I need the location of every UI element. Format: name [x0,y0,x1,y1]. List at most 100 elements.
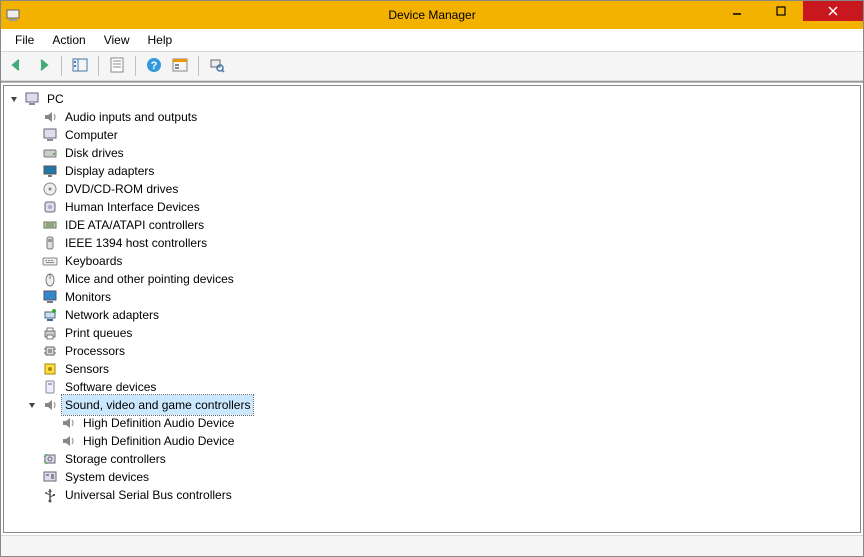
minimize-button[interactable] [715,1,759,21]
nav-back-button[interactable] [5,54,29,78]
no-arrow [26,291,38,303]
menu-help[interactable]: Help [140,31,181,49]
device-tree[interactable]: PCAudio inputs and outputsComputerDisk d… [3,85,861,533]
help-icon: ? [146,57,162,76]
tree-item-label: Software devices [62,377,159,397]
tree-item-label: Keyboards [62,251,125,271]
firewire-icon [42,235,58,251]
menu-file[interactable]: File [7,31,42,49]
tree-item[interactable]: High Definition Audio Device [4,432,860,450]
tree-item-label: IDE ATA/ATAPI controllers [62,215,207,235]
tree-item[interactable]: Sensors [4,360,860,378]
ide-icon [42,217,58,233]
close-button[interactable] [803,1,863,21]
tree-item[interactable]: Display adapters [4,162,860,180]
tree-item[interactable]: Computer [4,126,860,144]
tree-item[interactable]: Processors [4,342,860,360]
tree-item-label: Human Interface Devices [62,197,203,217]
no-arrow [26,219,38,231]
monitor-icon [42,289,58,305]
no-arrow [26,345,38,357]
tree-item[interactable]: Universal Serial Bus controllers [4,486,860,504]
collapse-arrow-icon[interactable] [26,399,38,411]
menu-view[interactable]: View [96,31,138,49]
no-arrow [26,327,38,339]
device-manager-window: Device Manager File Action View Help ? P… [0,0,864,557]
tree-item[interactable]: PC [4,90,860,108]
software-icon [42,379,58,395]
tree-item[interactable]: Mice and other pointing devices [4,270,860,288]
no-arrow [26,129,38,141]
tree-item-label: IEEE 1394 host controllers [62,233,210,253]
no-arrow [26,147,38,159]
display-icon [42,163,58,179]
no-arrow [26,201,38,213]
scan-hardware-button[interactable] [205,54,229,78]
tree-item[interactable]: DVD/CD-ROM drives [4,180,860,198]
view-button[interactable] [168,54,192,78]
tree-item[interactable]: Sound, video and game controllers [4,396,860,414]
no-arrow [26,453,38,465]
no-arrow [26,381,38,393]
tree-item-label: Sensors [62,359,112,379]
disk-icon [42,145,58,161]
properties-icon [109,57,125,76]
tree-item[interactable]: Human Interface Devices [4,198,860,216]
tree-item-label: High Definition Audio Device [80,413,237,433]
toolbar-separator [98,56,99,76]
cpu-icon [42,343,58,359]
network-icon [42,307,58,323]
tree-item-label: Computer [62,125,121,145]
collapse-arrow-icon[interactable] [8,93,20,105]
tree-item-label: Disk drives [62,143,127,163]
maximize-button[interactable] [759,1,803,21]
tree-item[interactable]: Software devices [4,378,860,396]
tree-item[interactable]: System devices [4,468,860,486]
no-arrow [26,255,38,267]
tree-item-label: System devices [62,467,152,487]
nav-forward-button[interactable] [31,54,55,78]
tree-item[interactable]: Network adapters [4,306,860,324]
computer-icon [24,91,40,107]
hid-icon [42,199,58,215]
speaker-icon [42,397,58,413]
tree-item-label: Mice and other pointing devices [62,269,237,289]
menu-action[interactable]: Action [44,31,93,49]
printer-icon [42,325,58,341]
tree-item-label: Print queues [62,323,135,343]
tree-item-label: Monitors [62,287,114,307]
no-arrow [26,309,38,321]
pane-separator [1,81,863,83]
tree-item[interactable]: Print queues [4,324,860,342]
console-tree-icon [72,57,88,76]
arrow-right-icon [35,57,51,76]
tree-item[interactable]: Disk drives [4,144,860,162]
help-button[interactable]: ? [142,54,166,78]
no-arrow [26,363,38,375]
no-arrow [26,471,38,483]
tree-item[interactable]: Keyboards [4,252,860,270]
tree-item[interactable]: IEEE 1394 host controllers [4,234,860,252]
tree-item[interactable]: Storage controllers [4,450,860,468]
no-arrow [26,111,38,123]
tree-item[interactable]: IDE ATA/ATAPI controllers [4,216,860,234]
tree-item-label: Audio inputs and outputs [62,107,200,127]
show-hide-console-tree-button[interactable] [68,54,92,78]
tree-item[interactable]: Audio inputs and outputs [4,108,860,126]
toolbar-separator [198,56,199,76]
statusbar [1,535,863,556]
properties-button[interactable] [105,54,129,78]
tree-item-label: High Definition Audio Device [80,431,237,451]
no-arrow [26,165,38,177]
storage-icon [42,451,58,467]
tree-item[interactable]: High Definition Audio Device [4,414,860,432]
tree-item-label: Display adapters [62,161,157,181]
computer-icon [42,127,58,143]
arrow-left-icon [9,57,25,76]
tree-item-label: Sound, video and game controllers [62,395,253,415]
tree-item[interactable]: Monitors [4,288,860,306]
keyboard-icon [42,253,58,269]
toolbar-separator [135,56,136,76]
tree-item-label: Processors [62,341,128,361]
tree-item-label: Network adapters [62,305,162,325]
